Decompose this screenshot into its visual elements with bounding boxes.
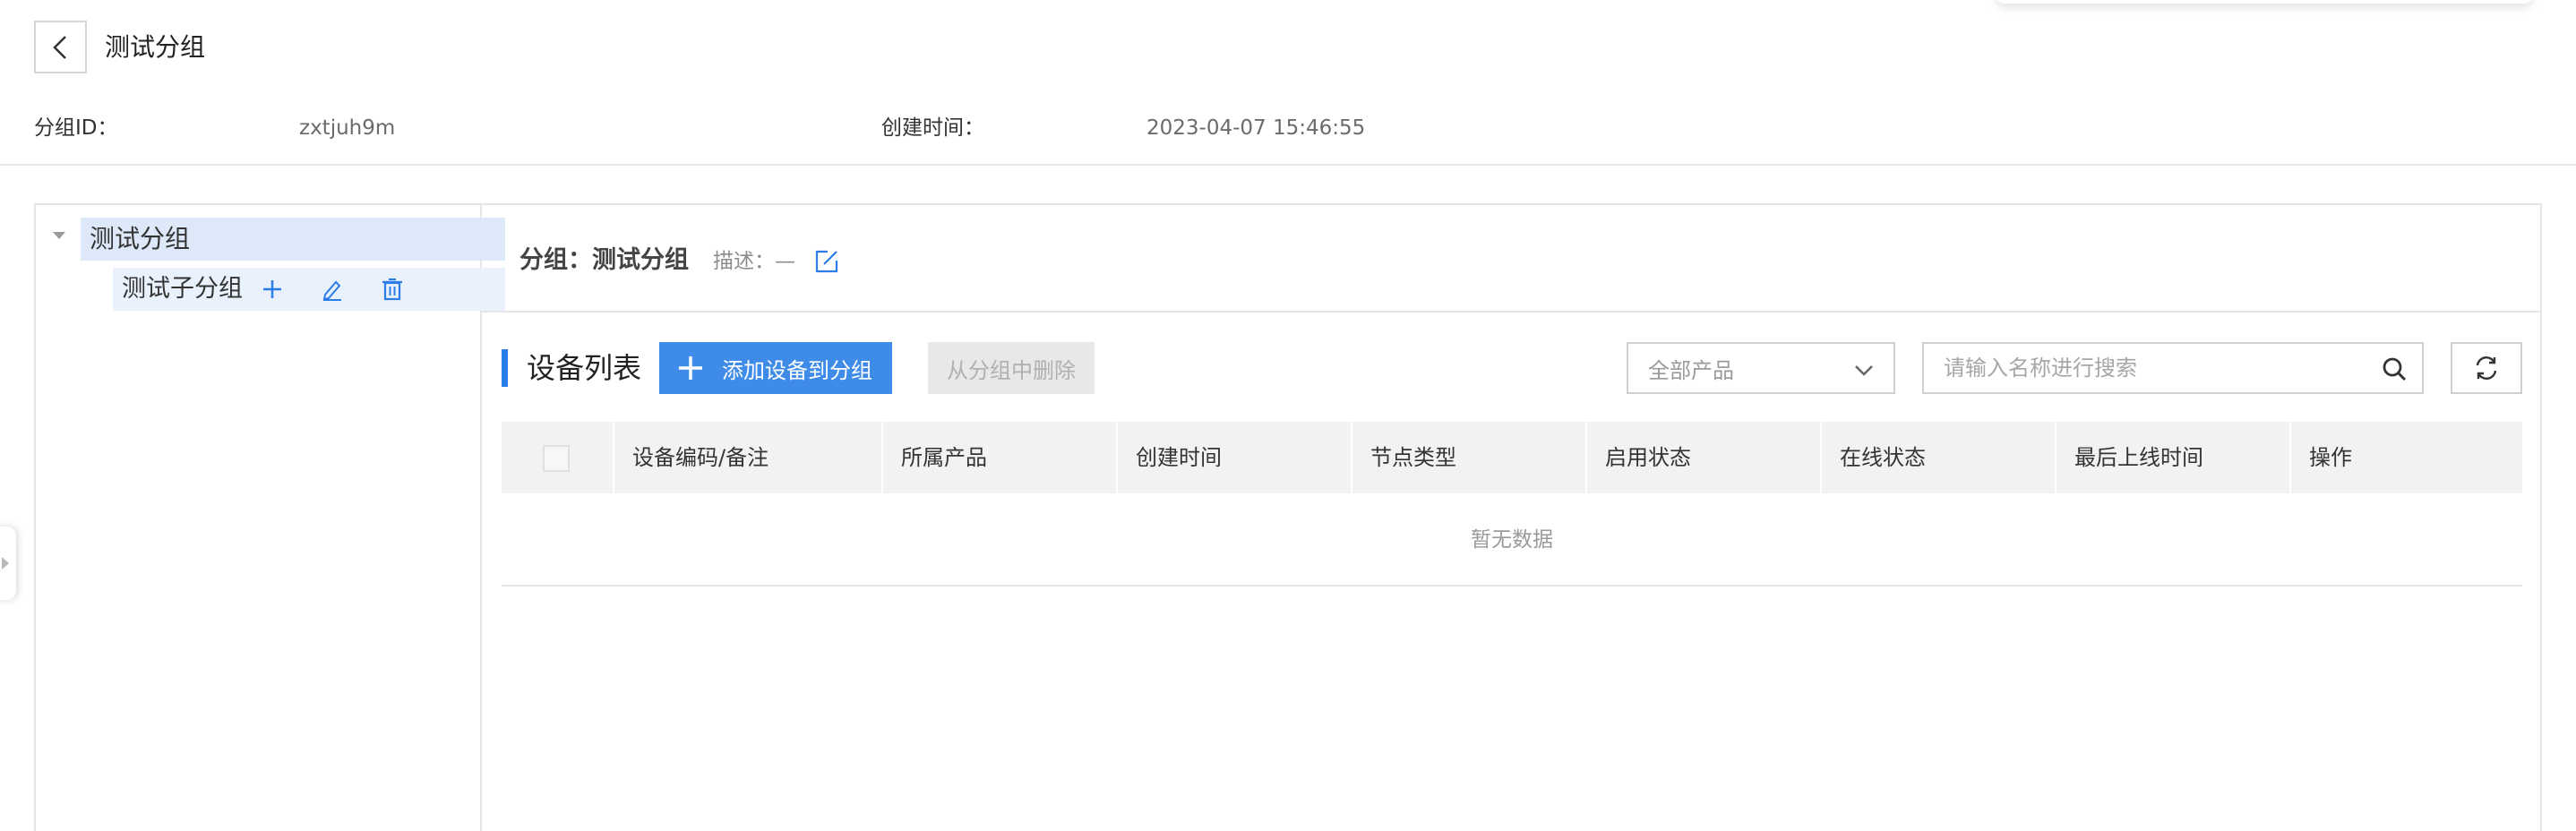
column-header-node-type[interactable]: 节点类型 [1351, 422, 1456, 493]
group-tree-panel: 测试分组 测试子分组 [34, 203, 505, 831]
back-button[interactable] [34, 21, 87, 73]
add-device-button[interactable]: 添加设备到分组 [659, 342, 892, 394]
page: 测试分组 分组ID： zxtjuh9m 创建时间： 2023-04-07 15:… [0, 0, 2576, 831]
chevron-left-icon [52, 35, 66, 59]
column-header-product[interactable]: 所属产品 [881, 422, 987, 493]
empty-state: 暂无数据 [502, 493, 2522, 587]
trash-icon[interactable] [381, 278, 404, 301]
search-box [1922, 342, 2424, 394]
remove-from-group-label: 从分组中删除 [947, 357, 1076, 383]
group-desc-value: — [775, 250, 795, 273]
empty-state-text: 暂无数据 [1471, 528, 1553, 552]
created-time-value: 2023-04-07 15:46:55 [1146, 116, 1366, 140]
product-select-value: 全部产品 [1648, 357, 1734, 383]
section-accent-bar [502, 349, 508, 387]
tree-node-child-label: 测试子分组 [122, 275, 243, 303]
caret-down-icon[interactable] [53, 232, 65, 239]
column-header-online-status[interactable]: 在线状态 [1820, 422, 1926, 493]
tree-node-root-label: 测试分组 [90, 224, 191, 253]
plus-icon[interactable] [261, 278, 284, 301]
search-input[interactable] [1924, 344, 2363, 392]
tree-node-root[interactable]: 测试分组 [81, 218, 505, 261]
group-detail-panel: 分组：测试分组 描述： — 设备列表 添加设备到分组 从分组中删除 全部产品 请… [482, 203, 2542, 831]
device-table: 设备编码/备注 所属产品 创建时间 节点类型 启用状态 在线状态 最后上线时间 … [502, 422, 2522, 587]
device-list-title: 设备列表 [527, 351, 642, 385]
group-id-label: 分组ID： [34, 116, 118, 140]
remove-from-group-button[interactable]: 从分组中删除 [928, 342, 1095, 394]
select-all-checkbox[interactable] [543, 445, 570, 472]
caret-right-icon [2, 557, 9, 570]
group-id-value: zxtjuh9m [299, 116, 396, 140]
plus-icon [679, 356, 702, 380]
edit-icon[interactable] [813, 248, 840, 275]
group-info-header: 分组：测试分组 描述： — [482, 205, 2540, 313]
header-divider [0, 164, 2576, 166]
dropdown-shadow-edge [1996, 0, 2533, 4]
pencil-icon[interactable] [321, 278, 344, 301]
search-icon[interactable] [2381, 356, 2408, 382]
column-header-last-online[interactable]: 最后上线时间 [2055, 422, 2203, 493]
add-device-button-label: 添加设备到分组 [722, 357, 872, 383]
sidebar-toggle[interactable] [0, 527, 16, 600]
group-name-title: 分组：测试分组 [519, 246, 689, 274]
column-header-device-code[interactable]: 设备编码/备注 [613, 422, 769, 493]
group-desc-label: 描述： [713, 250, 775, 273]
tree-node-child[interactable]: 测试子分组 [113, 268, 505, 311]
chevron-down-icon [1855, 365, 1873, 376]
created-time-label: 创建时间： [881, 116, 984, 140]
page-title: 测试分组 [105, 32, 206, 62]
product-select[interactable]: 全部产品 [1627, 342, 1895, 394]
column-header-created-time[interactable]: 创建时间 [1116, 422, 1222, 493]
refresh-button[interactable] [2451, 342, 2522, 394]
column-header-enable-status[interactable]: 启用状态 [1585, 422, 1691, 493]
column-header-actions: 操作 [2309, 445, 2352, 470]
table-header: 设备编码/备注 所属产品 创建时间 节点类型 启用状态 在线状态 最后上线时间 … [502, 422, 2522, 493]
refresh-icon [2476, 356, 2497, 380]
